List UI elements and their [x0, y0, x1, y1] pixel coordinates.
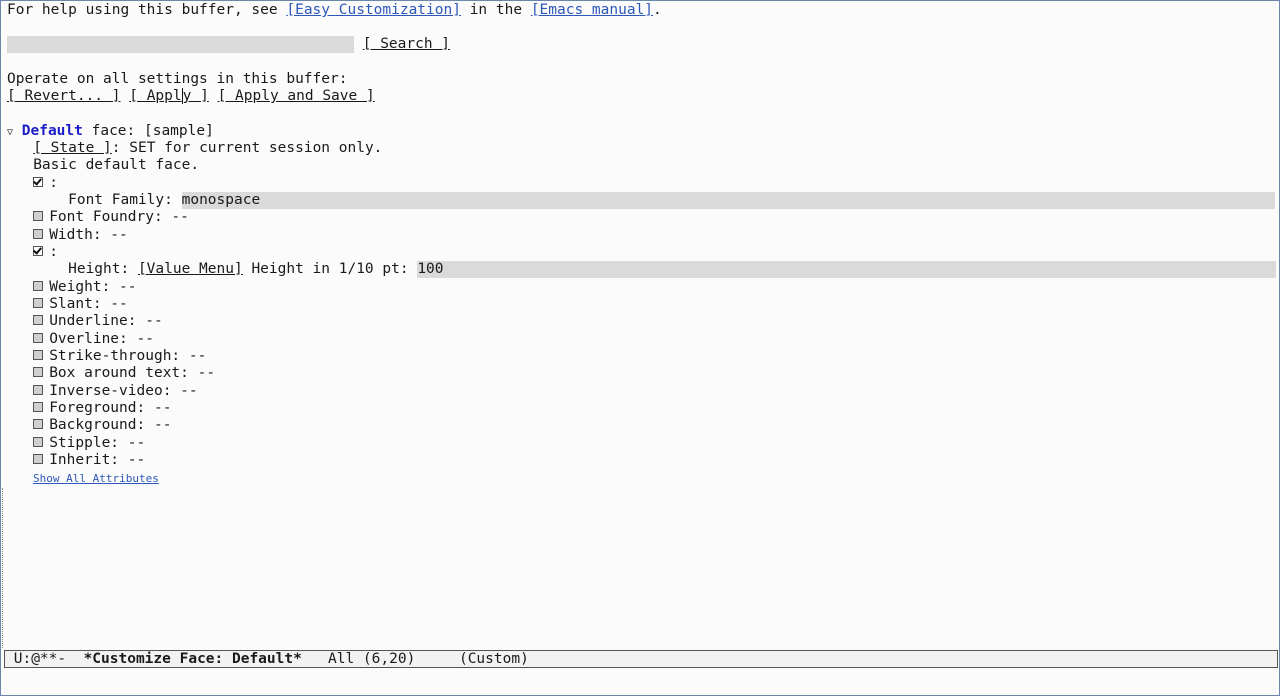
checkbox-icon[interactable] — [33, 367, 44, 377]
checkbox-checked-icon[interactable] — [33, 246, 44, 256]
checkbox-icon[interactable] — [33, 229, 44, 239]
attr-row: Background: -- — [7, 417, 171, 434]
attr-label: Foreground: -- — [49, 400, 172, 416]
face-label: face: — [82, 123, 144, 139]
state-button[interactable]: [ State ] — [33, 140, 112, 156]
operate-buttons: [ Revert... ] [ Apply ] [ Apply and Save… — [7, 88, 375, 105]
attr-row: Strike-through: -- — [7, 348, 206, 365]
face-doc: Basic default face. — [7, 157, 199, 174]
checkbox-icon[interactable] — [33, 350, 44, 360]
height-unit-label: Height in 1/10 pt: — [242, 261, 418, 277]
face-sample: [sample] — [143, 123, 214, 139]
search-line: [ Search ] — [7, 36, 450, 53]
font-family-value: monospace — [181, 192, 261, 208]
easy-customization-link[interactable]: [Easy Customization] — [286, 2, 461, 18]
attr-row: Stipple: -- — [7, 435, 145, 452]
attr-row: Inherit: -- — [7, 452, 145, 469]
operate-label: Operate on all settings in this buffer: — [7, 71, 348, 87]
customize-buffer: For help using this buffer, see [Easy Cu… — [0, 0, 1280, 650]
checkbox-icon[interactable] — [33, 298, 44, 308]
apply-label-a: [ Appl — [129, 88, 182, 104]
show-all-attributes-link[interactable]: Show All Attributes — [33, 472, 159, 485]
help-text: For help using this buffer, see — [7, 2, 287, 18]
checkbox-icon[interactable] — [33, 419, 44, 429]
attr-row: Overline: -- — [7, 331, 154, 348]
face-doc-text: Basic default face. — [33, 157, 200, 173]
attr-label: Box around text: -- — [49, 365, 216, 381]
apply-and-save-button[interactable]: [ Apply and Save ] — [218, 88, 375, 104]
height-field[interactable]: 100 — [417, 261, 1277, 278]
height-row: Height: [Value Menu] Height in 1/10 pt: … — [7, 261, 1277, 278]
modeline-status: U:@**- — [13, 651, 84, 667]
attr-row: Box around text: -- — [7, 365, 215, 382]
search-input[interactable] — [7, 36, 354, 53]
mode-line: U:@**- *Customize Face: Default* All (6,… — [4, 650, 1278, 668]
face-name: Default — [21, 123, 83, 139]
height-value: 100 — [417, 261, 444, 277]
attr-label: Inverse-video: -- — [49, 383, 198, 399]
attr-row: Slant: -- — [7, 296, 128, 313]
modeline-position: All (6,20) (Custom) — [301, 651, 529, 667]
help-text-suffix: . — [653, 2, 662, 18]
checkbox-icon[interactable] — [33, 281, 44, 291]
help-text-middle: in the — [460, 2, 531, 18]
attr-row: Font Foundry: -- — [7, 209, 189, 226]
attr-label: Weight: -- — [49, 279, 137, 295]
apply-button[interactable]: [ Apply ] — [129, 88, 209, 104]
attr-label: Underline: -- — [49, 313, 163, 329]
attr-label: Inherit: -- — [49, 452, 146, 468]
empty-line-fringe — [2, 488, 5, 648]
attr-row: Inverse-video: -- — [7, 383, 198, 400]
modeline-buffer-name[interactable]: *Customize Face: Default* — [84, 651, 302, 667]
font-family-row: Font Family: monospace — [7, 192, 1275, 209]
font-family-label: Font Family: — [68, 192, 182, 208]
checkbox-icon[interactable] — [33, 402, 44, 412]
state-line: [ State ]: SET for current session only. — [7, 140, 382, 157]
attr-label: Overline: -- — [49, 331, 154, 347]
state-text: : SET for current session only. — [111, 140, 383, 156]
value-menu-button[interactable]: [Value Menu] — [138, 261, 243, 277]
checkbox-checked-icon[interactable] — [33, 177, 44, 187]
checkbox-icon[interactable] — [33, 333, 44, 343]
checkbox-icon[interactable] — [33, 315, 44, 325]
attr-label: : — [49, 175, 58, 191]
attr-row: Foreground: -- — [7, 400, 171, 417]
attr-row: Underline: -- — [7, 313, 163, 330]
minibuffer[interactable] — [4, 670, 1278, 694]
apply-label-b: y ] — [182, 88, 209, 104]
font-family-field[interactable]: monospace — [181, 192, 1275, 209]
attr-label: Stipple: -- — [49, 435, 146, 451]
checkbox-icon[interactable] — [33, 437, 44, 447]
height-label: Height: — [68, 261, 138, 277]
attr-label: Width: -- — [49, 227, 128, 243]
checkbox-icon[interactable] — [33, 454, 44, 464]
attr-row: Width: -- — [7, 227, 128, 244]
attr-label: Strike-through: -- — [49, 348, 207, 364]
revert-button[interactable]: [ Revert... ] — [7, 88, 121, 104]
face-heading: ▽ Default face: [sample] — [7, 123, 214, 140]
checkbox-icon[interactable] — [33, 211, 44, 221]
collapse-triangle-icon[interactable]: ▽ — [7, 127, 13, 138]
attr-label: Font Foundry: -- — [49, 209, 189, 225]
help-line: For help using this buffer, see [Easy Cu… — [7, 2, 662, 19]
attr-label: : — [49, 244, 58, 260]
checkbox-icon[interactable] — [33, 385, 44, 395]
attr-label: Background: -- — [49, 417, 172, 433]
attr-label: Slant: -- — [49, 296, 128, 312]
search-button[interactable]: [ Search ] — [363, 36, 450, 52]
emacs-manual-link[interactable]: [Emacs manual] — [531, 2, 653, 18]
attr-row: Weight: -- — [7, 279, 137, 296]
attr-row-font-family: : — [7, 175, 58, 192]
attr-row-height: : — [7, 244, 58, 261]
